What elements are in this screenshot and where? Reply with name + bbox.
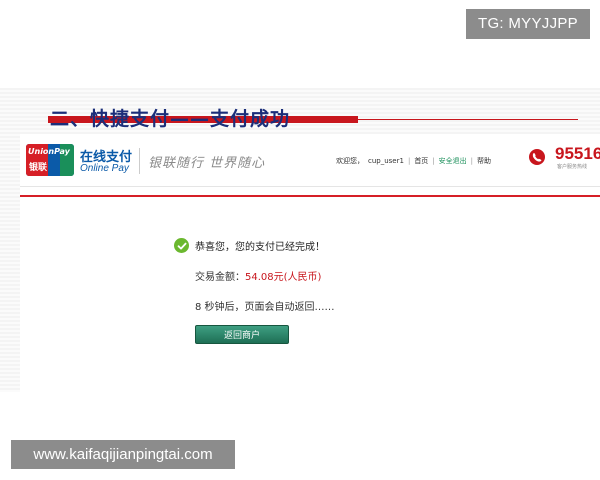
success-message-row: 恭喜您，您的支付已经完成！ [174,238,325,253]
payment-success-screenshot: UnionPay 银联 在线支付 Online Pay 银联随行 世界随心 欢迎… [20,134,600,392]
nav-separator: | [432,157,435,165]
header-red-rule [20,195,600,197]
site-watermark: www.kaifaqijianpingtai.com [11,440,235,469]
logo-text-en: UnionPay [28,147,70,156]
redirect-countdown: 8 秒钟后，页面会自动返回…… [195,302,335,313]
unionpay-logo: UnionPay 银联 [26,144,74,176]
username: cup_user1 [368,157,404,165]
welcome-text: 欢迎您， [336,157,364,165]
nav-separator: | [470,157,474,165]
amount-unit: 元(人民币) [273,272,322,283]
nav-home-link[interactable]: 首页 [414,156,428,166]
page-header: UnionPay 银联 在线支付 Online Pay 银联随行 世界随心 欢迎… [20,134,600,187]
check-icon [174,238,189,253]
hotline-number: 95516 [555,144,600,163]
nav-help-link[interactable]: 帮助 [477,156,491,166]
header-divider [139,148,140,174]
nav-logout-link[interactable]: 安全退出 [439,156,467,166]
phone-icon [529,149,545,165]
nav-separator: | [407,157,411,165]
logo-text-cn: 银联 [29,163,48,173]
return-to-merchant-button[interactable]: 返回商户 [195,325,289,344]
slogan: 银联随行 世界随心 [148,156,266,171]
amount-label: 交易金额： [195,272,245,283]
success-message: 恭喜您，您的支付已经完成！ [195,242,325,253]
transaction-amount-row: 交易金额：54.08元(人民币) [195,268,321,283]
title-underline-line [358,119,578,120]
amount-value: 54.08 [245,272,274,283]
hotline-subtitle: 客户服务热线 [557,164,588,170]
telegram-watermark: TG: MYYJJPP [466,9,590,39]
online-pay-subtitle: Online Pay [80,163,129,174]
top-nav: 欢迎您， cup_user1 | 首页 | 安全退出 | 帮助 [336,156,491,166]
slide-title: 二、快捷支付——支付成功 [50,108,291,130]
